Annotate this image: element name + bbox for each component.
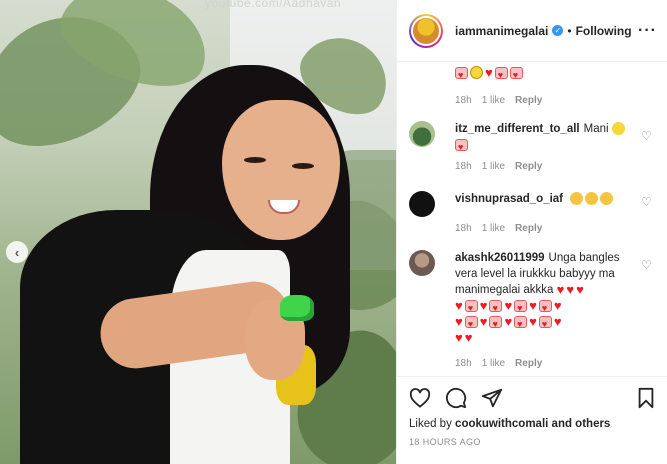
- verified-badge-icon: ✓: [552, 25, 564, 36]
- liked-by-user[interactable]: cookuwithcomali: [455, 418, 548, 430]
- commenter-avatar[interactable]: [409, 250, 435, 276]
- share-paper-plane-icon[interactable]: [481, 387, 503, 409]
- heart-face-emoji-icon: [514, 299, 528, 316]
- heart-face-emoji-icon: [494, 66, 508, 83]
- comment-body: itz_me_different_to_allMani 18h 1 like R…: [455, 121, 635, 175]
- heart-emoji-icon: ♥: [504, 313, 513, 329]
- liked-by-text: Liked by cookuwithcomali and others: [409, 418, 610, 430]
- photo-watermark: youtube.com/Aadhavan: [205, 0, 342, 10]
- comment-likes[interactable]: 1 like: [482, 159, 505, 175]
- clap-emoji-icon: [600, 192, 614, 206]
- liked-by-prefix: Liked by: [409, 418, 452, 430]
- post-actions: Liked by cookuwithcomali and others 18 H…: [397, 376, 667, 464]
- following-button[interactable]: Following: [576, 24, 632, 38]
- heart-emoji-icon: ♥: [479, 297, 488, 313]
- heart-face-emoji-icon: [464, 315, 478, 332]
- header-separator: •: [567, 23, 572, 38]
- heart-emoji-icon: ♥: [455, 297, 463, 313]
- action-icons: [409, 387, 503, 409]
- reply-button[interactable]: Reply: [515, 221, 542, 237]
- commenter-username[interactable]: vishnuprasad_o_iaf: [455, 193, 563, 205]
- comment-time: 18h: [455, 161, 472, 172]
- green-object: [280, 295, 314, 321]
- heart-emoji-icon: ♥: [566, 281, 575, 297]
- like-comment-heart-icon[interactable]: ♡: [641, 195, 653, 209]
- commenter-username[interactable]: akashk26011999: [455, 252, 545, 264]
- save-bookmark-icon[interactable]: [636, 387, 658, 409]
- comment-text: Mani: [583, 123, 609, 135]
- heart-emoji-icon: ♥: [556, 281, 565, 297]
- comment-meta: 18h 1 like Reply: [455, 221, 635, 237]
- scream-emoji-icon: [470, 66, 483, 80]
- heart-face-emoji-icon: [489, 299, 503, 316]
- comment-time: 18h: [455, 358, 472, 369]
- clap-emoji-icon: [585, 192, 599, 206]
- liked-by-suffix[interactable]: and others: [552, 418, 611, 430]
- comment-meta: 18h 1 like Reply: [455, 159, 635, 175]
- reply-button[interactable]: Reply: [515, 356, 542, 372]
- post-photo[interactable]: youtube.com/Aadhavan ‹: [0, 0, 396, 464]
- heart-face-emoji-icon: [455, 66, 468, 83]
- more-options-icon[interactable]: ···: [638, 22, 657, 40]
- comment-meta: 18h 1 like Reply: [455, 93, 635, 109]
- heart-face-emoji-icon: [489, 315, 503, 332]
- post-side-panel: iammanimegalai ✓ • Following ♥ 18h 1 lik…: [396, 0, 667, 464]
- comment-time: 18h: [455, 223, 472, 234]
- heart-face-emoji-icon: [538, 315, 552, 332]
- heart-face-emoji-icon: [538, 299, 552, 316]
- heart-emoji-icon: ♥: [553, 313, 562, 329]
- heart-emoji-icon: ♥: [529, 297, 537, 313]
- heart-face-emoji-icon: [455, 138, 468, 155]
- reply-button[interactable]: Reply: [515, 159, 542, 175]
- heart-face-emoji-icon: [514, 315, 528, 332]
- author-username[interactable]: iammanimegalai: [455, 24, 548, 38]
- post-header: iammanimegalai ✓ • Following: [397, 0, 667, 62]
- heart-emoji-icon: ♥: [553, 297, 562, 313]
- comment-time: 18h: [455, 95, 472, 106]
- comment-body: ♥ 18h 1 like Reply: [455, 65, 635, 109]
- comment-likes[interactable]: 1 like: [482, 93, 505, 109]
- comment-body: vishnuprasad_o_iaf 18h 1 like Reply: [455, 191, 635, 237]
- heart-emoji-icon: ♥: [455, 329, 463, 345]
- heart-emoji-icon: ♥: [479, 313, 488, 329]
- commenter-avatar[interactable]: [409, 121, 435, 147]
- grin-emoji-icon: [611, 122, 625, 136]
- heart-emoji-icon: ♥: [576, 281, 584, 297]
- carousel-prev-button[interactable]: ‹: [6, 241, 28, 263]
- reply-button[interactable]: Reply: [515, 93, 542, 109]
- heart-emoji-icon: ♥: [529, 313, 537, 329]
- person-eye: [292, 163, 314, 169]
- comment-likes[interactable]: 1 like: [482, 356, 505, 372]
- commenter-username[interactable]: itz_me_different_to_all: [455, 123, 580, 135]
- author-avatar[interactable]: [409, 13, 443, 48]
- heart-face-emoji-icon: [509, 66, 523, 83]
- comment-bubble-icon[interactable]: [445, 387, 467, 409]
- like-heart-icon[interactable]: [409, 387, 431, 409]
- heart-emoji-icon: ♥: [464, 329, 473, 345]
- person-eye: [244, 157, 266, 163]
- heart-emoji-icon: ♥: [504, 297, 513, 313]
- post-timestamp[interactable]: 18 HOURS AGO: [409, 437, 481, 447]
- commenter-avatar[interactable]: [409, 191, 435, 217]
- like-comment-heart-icon[interactable]: ♡: [641, 129, 653, 143]
- clap-emoji-icon: [570, 192, 584, 206]
- comments-list[interactable]: ♥ 18h 1 like Reply itz_me_different_to_a…: [397, 63, 667, 375]
- comment-meta: 18h 1 like Reply: [455, 356, 635, 372]
- comment-likes[interactable]: 1 like: [482, 221, 505, 237]
- heart-emoji-icon: ♥: [485, 64, 493, 80]
- heart-face-emoji-icon: [464, 299, 478, 316]
- like-comment-heart-icon[interactable]: ♡: [641, 258, 653, 272]
- heart-emoji-icon: ♥: [455, 313, 463, 329]
- comment-body: akashk26011999 Unga bangles vera level la…: [455, 250, 635, 372]
